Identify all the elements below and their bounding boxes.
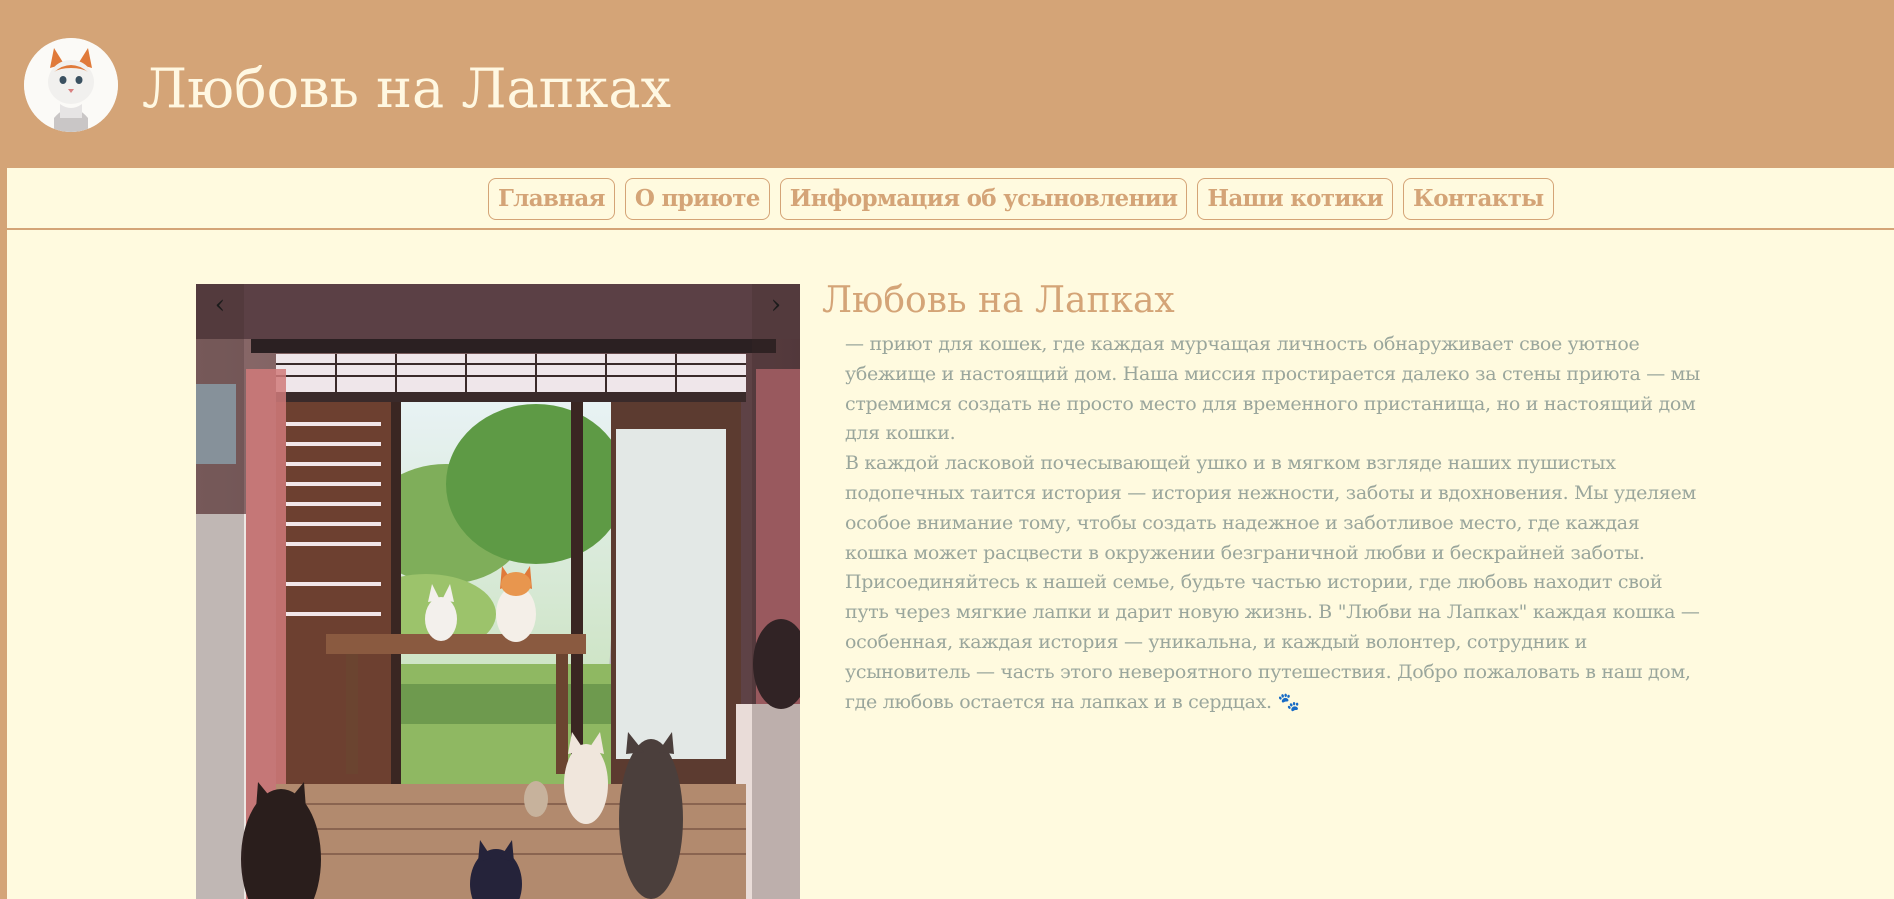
about-text: — приют для кошек, где каждая мурчащая л… bbox=[845, 330, 1705, 717]
nav-item-contacts[interactable]: Контакты bbox=[1402, 178, 1554, 220]
site-title: Любовь на Лапках bbox=[142, 57, 672, 120]
slider-prev-button[interactable]: ‹ bbox=[196, 284, 244, 899]
nav-item-adoption[interactable]: Информация об усыновлении bbox=[779, 178, 1188, 220]
nav-list: Главная О приюте Информация об усыновлен… bbox=[488, 178, 1554, 220]
slider-next-button[interactable]: › bbox=[752, 284, 800, 899]
page-content: Главная О приюте Информация об усыновлен… bbox=[7, 168, 1894, 899]
cat-logo-icon bbox=[24, 38, 118, 132]
about-heading: Любовь на Лапках bbox=[822, 280, 1175, 321]
cats-at-window-image bbox=[196, 284, 800, 899]
nav-item-cats[interactable]: Наши котики bbox=[1197, 178, 1393, 220]
about-paragraph-3: Присоединяйтесь к нашей семье, будьте ча… bbox=[845, 568, 1705, 717]
cat-logo[interactable] bbox=[24, 38, 118, 132]
about-paragraph-1: — приют для кошек, где каждая мурчащая л… bbox=[845, 333, 1700, 445]
paw-icon: 🐾 bbox=[1277, 691, 1300, 713]
about-paragraph-2: В каждой ласковой почесывающей ушко и в … bbox=[845, 452, 1696, 564]
site-header: Любовь на Лапках bbox=[0, 0, 1894, 168]
nav-item-home[interactable]: Главная bbox=[488, 178, 615, 220]
nav-item-about[interactable]: О приюте bbox=[624, 178, 770, 220]
about-paragraph-3-text: Присоединяйтесь к нашей семье, будьте ча… bbox=[845, 571, 1700, 713]
main-nav: Главная О приюте Информация об усыновлен… bbox=[7, 168, 1894, 230]
image-slider: ‹ › bbox=[196, 284, 800, 899]
